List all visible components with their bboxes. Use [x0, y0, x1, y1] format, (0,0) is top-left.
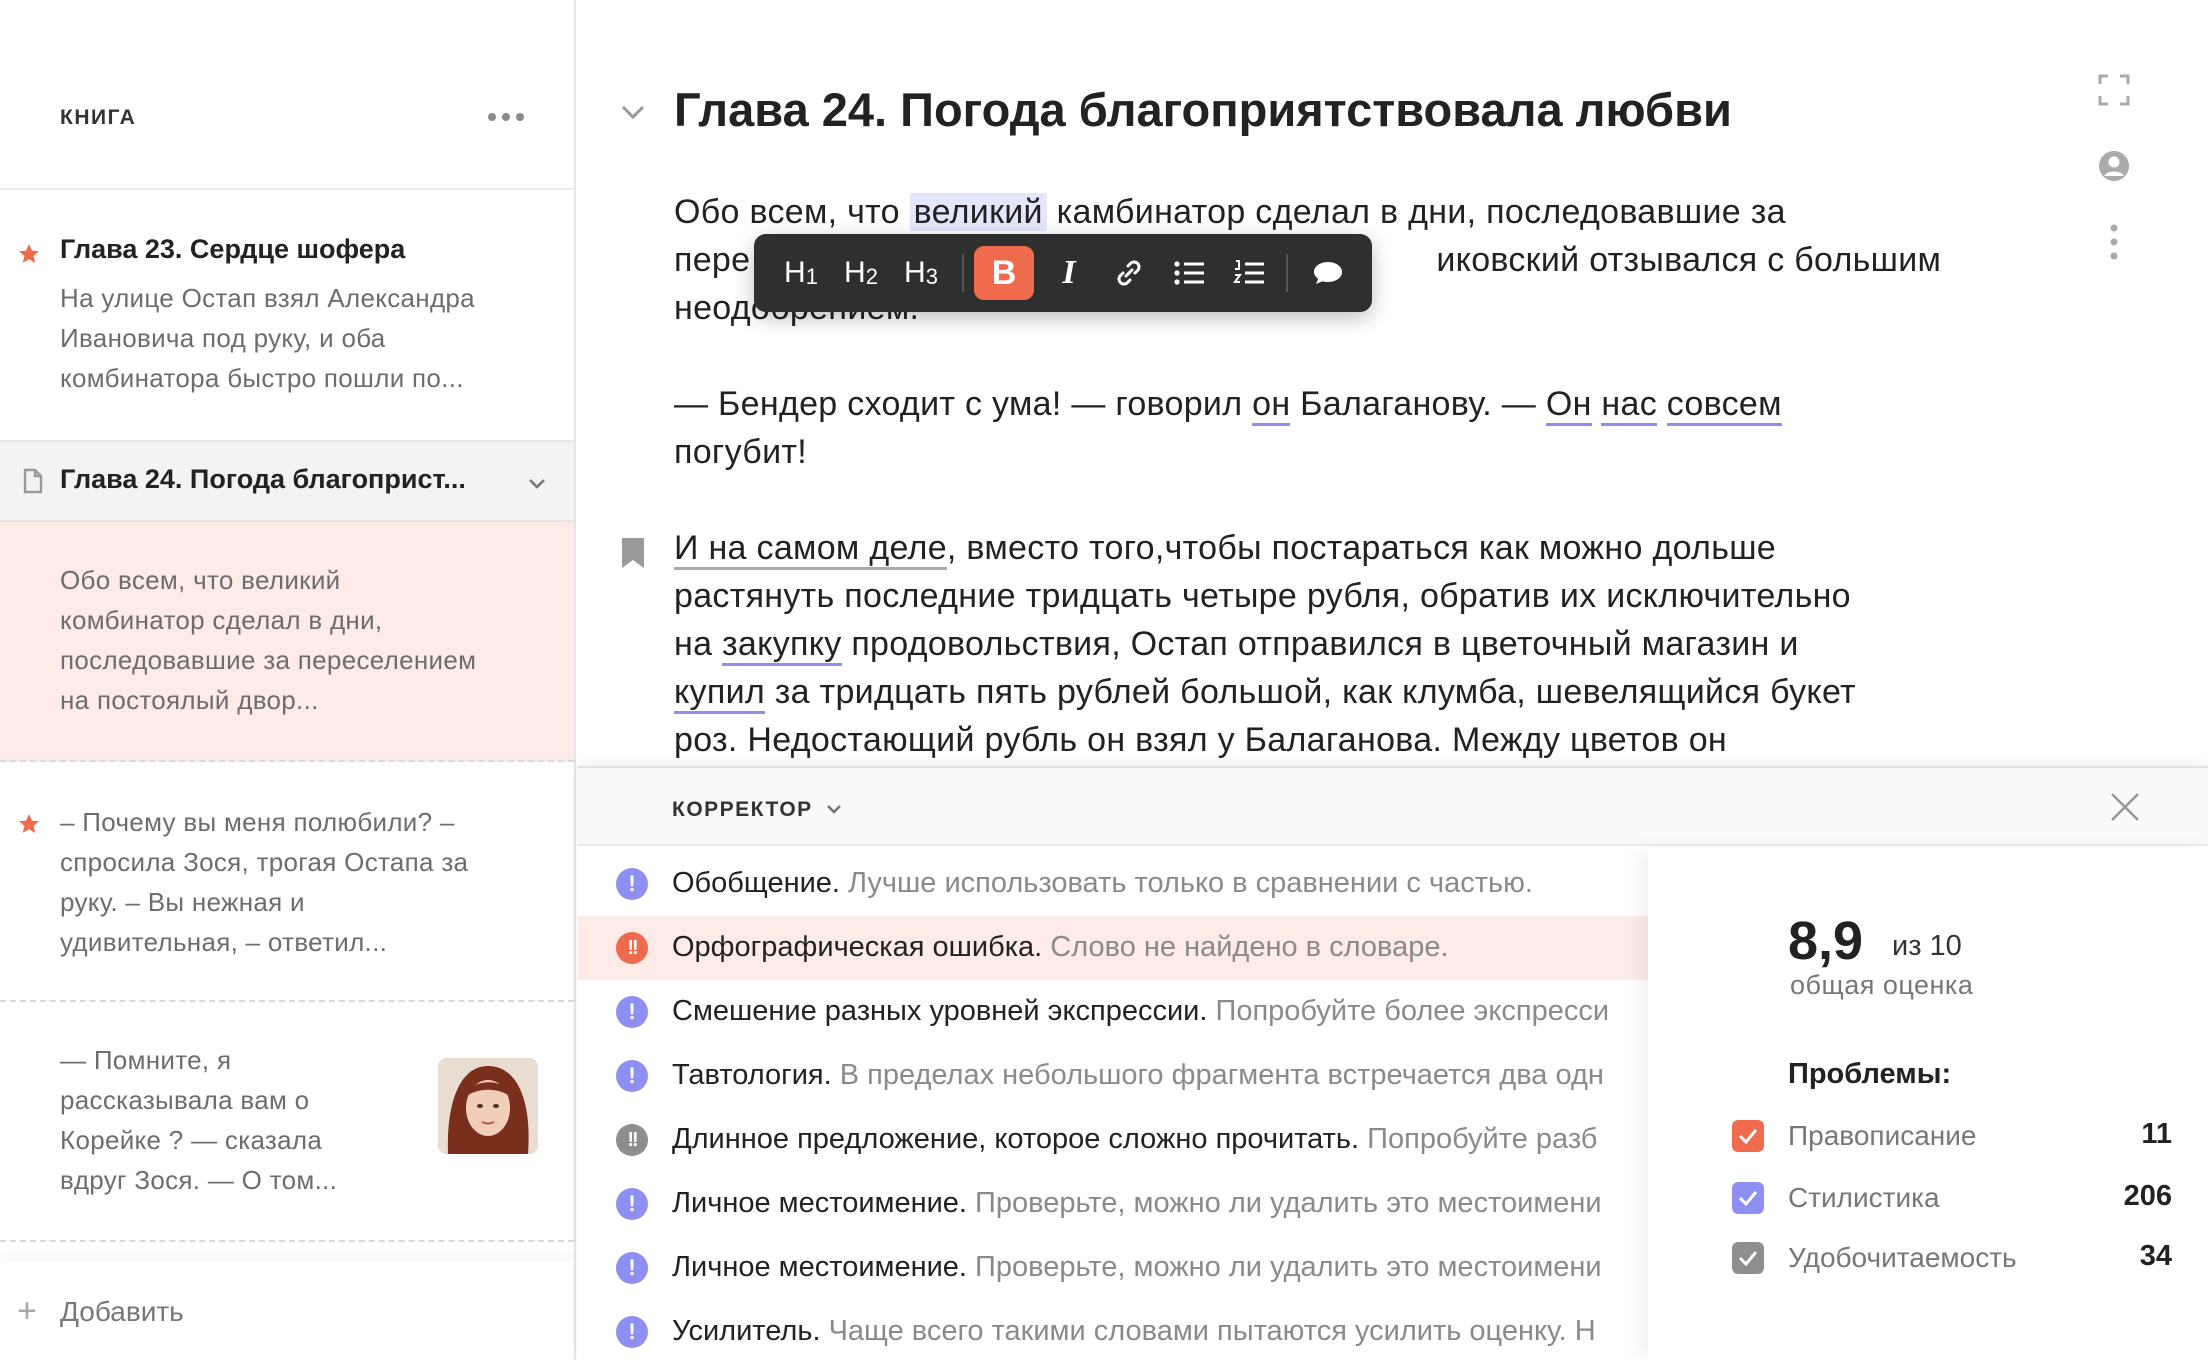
- flagged-word[interactable]: он: [1252, 385, 1291, 426]
- sidebar-item-preview: Обо всем, что великий комбинатор сделал …: [60, 565, 477, 715]
- problem-spelling[interactable]: Правописание 11: [1732, 1116, 2172, 1156]
- more-options-icon[interactable]: [486, 104, 526, 130]
- plus-icon: +: [17, 1292, 37, 1330]
- star-icon[interactable]: [17, 242, 41, 266]
- bold-button[interactable]: B: [974, 246, 1034, 300]
- warning-icon: !: [616, 868, 648, 900]
- sidebar-item-title: Глава 24. Погода благоприст...: [60, 464, 466, 494]
- selected-word[interactable]: великий: [909, 193, 1047, 231]
- corrector-panel: КОРРЕКТОР ! Обобщение. Лучше использоват…: [578, 766, 2208, 1360]
- corrector-header: КОРРЕКТОР: [578, 766, 2208, 846]
- warning-icon: !: [616, 1060, 648, 1092]
- editor: Глава 24. Погода благоприятствовала любв…: [578, 0, 2208, 768]
- bullet-list-button[interactable]: [1166, 246, 1212, 300]
- user-icon[interactable]: [2094, 146, 2134, 186]
- warning-icon: !: [616, 1316, 648, 1348]
- heading1-button[interactable]: H1: [778, 246, 824, 300]
- heading2-button[interactable]: H2: [838, 246, 884, 300]
- chevron-down-icon[interactable]: [823, 798, 845, 820]
- flagged-word[interactable]: нас: [1601, 385, 1657, 426]
- checkbox-icon[interactable]: [1732, 1182, 1764, 1214]
- sidebar-item-chapter-23[interactable]: Глава 23. Сердце шофера На улице Остап в…: [0, 192, 574, 442]
- sidebar-item-preview: – Почему вы меня полюбили? – спросила Зо…: [60, 807, 469, 957]
- italic-button[interactable]: I: [1046, 246, 1092, 300]
- add-label: Добавить: [60, 1296, 184, 1327]
- bullet-list-icon: [1174, 261, 1204, 285]
- star-icon[interactable]: [17, 812, 41, 836]
- sidebar-item-title: Глава 23. Сердце шофера: [60, 234, 406, 264]
- sidebar-title: КНИГА: [60, 106, 137, 129]
- add-button[interactable]: + Добавить: [0, 1262, 574, 1360]
- issue-item[interactable]: ! Усилитель. Чаще всего такими словами п…: [578, 1300, 1648, 1360]
- fullscreen-icon[interactable]: [2094, 70, 2134, 110]
- issues-list: ! Обобщение. Лучше использовать только в…: [578, 848, 1648, 1360]
- issue-item[interactable]: !! Длинное предложение, которое сложно п…: [578, 1108, 1648, 1172]
- issue-item[interactable]: ! Личное местоимение. Проверьте, можно л…: [578, 1236, 1648, 1300]
- toolbar-divider: [962, 254, 964, 292]
- warning-icon: !: [616, 996, 648, 1028]
- score-max: из 10: [1892, 930, 1962, 962]
- sidebar-item-section[interactable]: — Помните, я рассказывала вам о Корейке …: [0, 1002, 574, 1242]
- paragraph[interactable]: — Бендер сходит с ума! — говорил он Бала…: [674, 380, 2054, 476]
- issue-item[interactable]: ! Обобщение. Лучше использовать только в…: [578, 852, 1648, 916]
- sidebar-item-section[interactable]: Обо всем, что великий комбинатор сделал …: [0, 522, 574, 762]
- problems-title: Проблемы:: [1788, 1058, 1952, 1090]
- error-icon: !!: [616, 932, 648, 964]
- close-icon[interactable]: [2106, 788, 2144, 826]
- flagged-word[interactable]: совсем: [1666, 385, 1782, 426]
- sidebar-item-preview: — Помните, я рассказывала вам о Корейке …: [60, 1045, 338, 1195]
- paragraph[interactable]: И на самом деле, вместо того,чтобы поста…: [674, 524, 2054, 764]
- score-label: общая оценка: [1790, 970, 1974, 1000]
- toolbar-divider: [1286, 254, 1288, 292]
- issue-item[interactable]: !! Орфографическая ошибка. Слово не найд…: [578, 916, 1648, 980]
- warning-icon: !: [616, 1252, 648, 1284]
- sidebar-item-chapter-24[interactable]: Глава 24. Погода благоприст...: [0, 442, 574, 522]
- comment-icon: [1314, 262, 1342, 284]
- score-value: 8,9: [1788, 911, 1864, 971]
- chevron-down-icon[interactable]: [618, 96, 648, 126]
- flagged-word[interactable]: Он: [1545, 385, 1592, 426]
- issue-item[interactable]: ! Тавтология. В пределах небольшого фраг…: [578, 1044, 1648, 1108]
- flagged-phrase[interactable]: И на самом деле: [674, 529, 947, 570]
- checkbox-icon[interactable]: [1732, 1242, 1764, 1274]
- issue-item[interactable]: ! Личное местоимение. Проверьте, можно л…: [578, 1172, 1648, 1236]
- score-panel: 8,9 из 10 общая оценка Проблемы: Правопи…: [1648, 848, 2208, 1360]
- checkbox-icon[interactable]: [1732, 1120, 1764, 1152]
- corrector-title[interactable]: КОРРЕКТОР: [672, 798, 813, 822]
- flagged-word[interactable]: купил: [674, 673, 765, 714]
- problem-readability[interactable]: Удобочитаемость 34: [1732, 1238, 2172, 1278]
- flagged-word[interactable]: закупку: [722, 625, 842, 666]
- numbered-list-icon: [1233, 260, 1264, 284]
- bookmark-icon[interactable]: [620, 536, 646, 570]
- avatar: [438, 1058, 538, 1154]
- chapter-title[interactable]: Глава 24. Погода благоприятствовала любв…: [674, 82, 1732, 137]
- problem-style[interactable]: Стилистика 206: [1732, 1178, 2172, 1218]
- link-icon: [1117, 260, 1141, 286]
- link-button[interactable]: [1106, 246, 1152, 300]
- more-vertical-icon[interactable]: [2094, 222, 2134, 262]
- sidebar-header: КНИГА: [0, 0, 574, 190]
- warning-icon: !: [616, 1188, 648, 1220]
- format-toolbar: H1 H2 H3 B I: [754, 234, 1372, 312]
- sidebar-item-preview: На улице Остап взял Александра Ивановича…: [60, 283, 475, 393]
- document-icon: [23, 468, 43, 494]
- sidebar-item-section[interactable]: – Почему вы меня полюбили? – спросила Зо…: [0, 762, 574, 1002]
- issue-item[interactable]: ! Смешение разных уровней экспрессии. По…: [578, 980, 1648, 1044]
- readability-icon: !!: [616, 1124, 648, 1156]
- heading3-button[interactable]: H3: [898, 246, 944, 300]
- numbered-list-button[interactable]: [1226, 246, 1272, 300]
- chevron-down-icon[interactable]: [526, 472, 548, 494]
- sidebar: КНИГА Глава 23. Сердце шофера На улице О…: [0, 0, 576, 1360]
- comment-button[interactable]: [1302, 246, 1354, 300]
